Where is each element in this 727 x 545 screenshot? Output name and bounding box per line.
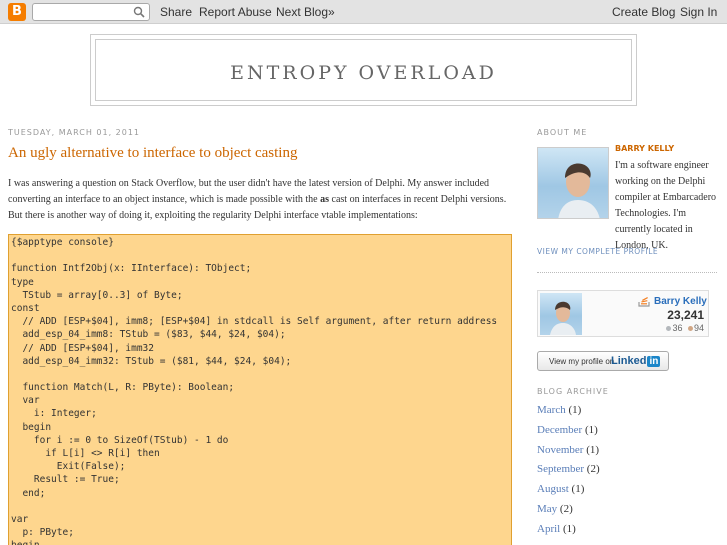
code-line: function Match(L, R: PByte): Boolean; <box>11 382 235 394</box>
code-line: function Intf2Obj(x: IInterface): TObjec… <box>11 263 252 275</box>
code-line: var <box>11 395 40 407</box>
code-line: Result := True; <box>11 474 120 486</box>
archive-count: (2) <box>559 503 573 515</box>
profile-name-link[interactable]: BARRY KELLY <box>615 144 674 153</box>
flair-badges: 36 94 <box>663 323 704 333</box>
post-date: TUESDAY, MARCH 01, 2011 <box>8 128 141 137</box>
post-body-bold: as <box>320 194 330 205</box>
bronze-badge-icon <box>687 325 693 331</box>
flair-username: Barry Kelly <box>654 296 707 307</box>
archive-item[interactable]: March (1) <box>537 404 581 416</box>
archive-month-link[interactable]: August <box>537 483 569 495</box>
code-line: // ADD [ESP+$04], imm32 <box>11 342 154 354</box>
linkedin-profile-button[interactable]: View my profile on Linked in <box>537 351 669 371</box>
post-body: I was answering a question on Stack Over… <box>8 176 514 224</box>
archive-month-link[interactable]: November <box>537 444 583 456</box>
silver-count: 36 <box>672 323 683 333</box>
archive-count: (1) <box>562 523 576 535</box>
blogger-logo-icon[interactable]: B <box>8 3 26 21</box>
archive-item[interactable]: September (2) <box>537 463 600 475</box>
code-line: p: PByte; <box>11 527 74 539</box>
code-line: // ADD [ESP+$04], imm8; [ESP+$04] in std… <box>11 316 498 328</box>
linkedin-logo-icon: Linked in <box>611 355 661 367</box>
bronze-count: 94 <box>693 323 704 333</box>
flair-reputation: 23,241 <box>667 308 704 322</box>
share-link[interactable]: Share <box>160 5 192 19</box>
blogger-navbar: B Share Report Abuse Next Blog» Create B… <box>0 0 727 24</box>
blog-header: ENTROPY OVERLOAD <box>90 34 637 106</box>
blog-header-inner: ENTROPY OVERLOAD <box>95 39 632 101</box>
stackoverflow-icon <box>638 297 650 307</box>
person-photo-icon <box>550 301 576 335</box>
archive-count: (1) <box>568 404 582 416</box>
archive-month-link[interactable]: December <box>537 424 582 436</box>
blog-title[interactable]: ENTROPY OVERLOAD <box>96 62 631 84</box>
about-me-heading: ABOUT ME <box>537 128 588 137</box>
divider <box>537 272 717 273</box>
archive-month-link[interactable]: September <box>537 463 584 475</box>
view-profile-link[interactable]: VIEW MY COMPLETE PROFILE <box>537 247 658 256</box>
code-line: begin <box>11 421 52 433</box>
person-photo-icon <box>558 163 600 218</box>
archive-item[interactable]: April (1) <box>537 523 576 535</box>
flair-avatar <box>540 293 582 335</box>
archive-count: (1) <box>571 483 585 495</box>
search-input[interactable] <box>32 3 150 21</box>
code-line: end; <box>11 487 46 499</box>
code-line: var <box>11 513 29 525</box>
search-icon[interactable] <box>133 6 145 18</box>
silver-badge-icon <box>666 325 672 331</box>
code-line: {$apptype console} <box>11 237 114 248</box>
archive-count: (1) <box>584 424 598 436</box>
archive-count: (1) <box>586 444 600 456</box>
code-line: begin <box>11 539 509 545</box>
create-blog-link[interactable]: Create Blog <box>612 5 675 19</box>
archive-item[interactable]: May (2) <box>537 503 573 515</box>
code-line: add_esp_04_imm8: TStub = ($83, $44, $24,… <box>11 329 286 341</box>
linkedin-button-text: View my profile on <box>549 357 615 366</box>
archive-item[interactable]: November (1) <box>537 444 599 456</box>
archive-month-link[interactable]: March <box>537 404 566 416</box>
archive-item[interactable]: December (1) <box>537 424 598 436</box>
sign-in-link[interactable]: Sign In <box>680 5 717 19</box>
stackoverflow-flair[interactable]: Barry Kelly 23,241 36 94 <box>537 290 709 337</box>
code-line: TStub = array[0..3] of Byte; <box>11 289 183 301</box>
linkedin-in-text: in <box>647 356 661 367</box>
code-line: const <box>11 302 40 314</box>
profile-photo[interactable] <box>537 147 609 219</box>
post-title[interactable]: An ugly alternative to interface to obje… <box>8 145 297 162</box>
code-line: add_esp_04_imm32: TStub = ($81, $44, $24… <box>11 355 292 367</box>
code-line: type <box>11 276 34 288</box>
archive-count: (2) <box>586 463 600 475</box>
code-block: {$apptype console} function Intf2Obj(x: … <box>8 234 512 545</box>
code-line: Exit(False); <box>11 461 126 473</box>
code-line: i: Integer; <box>11 408 97 420</box>
archive-item[interactable]: August (1) <box>537 483 584 495</box>
archive-month-link[interactable]: April <box>537 523 560 535</box>
linkedin-logo-text: Linked <box>611 355 647 367</box>
blog-archive-heading: BLOG ARCHIVE <box>537 387 609 396</box>
code-line: if L[i] <> R[i] then <box>11 448 160 459</box>
archive-month-link[interactable]: May <box>537 503 557 515</box>
code-line: for i := 0 to SizeOf(TStub) - 1 do <box>11 434 229 446</box>
report-abuse-link[interactable]: Report Abuse <box>199 5 272 19</box>
next-blog-link[interactable]: Next Blog» <box>276 5 335 19</box>
profile-description: I'm a software engineer working on the D… <box>615 160 717 251</box>
